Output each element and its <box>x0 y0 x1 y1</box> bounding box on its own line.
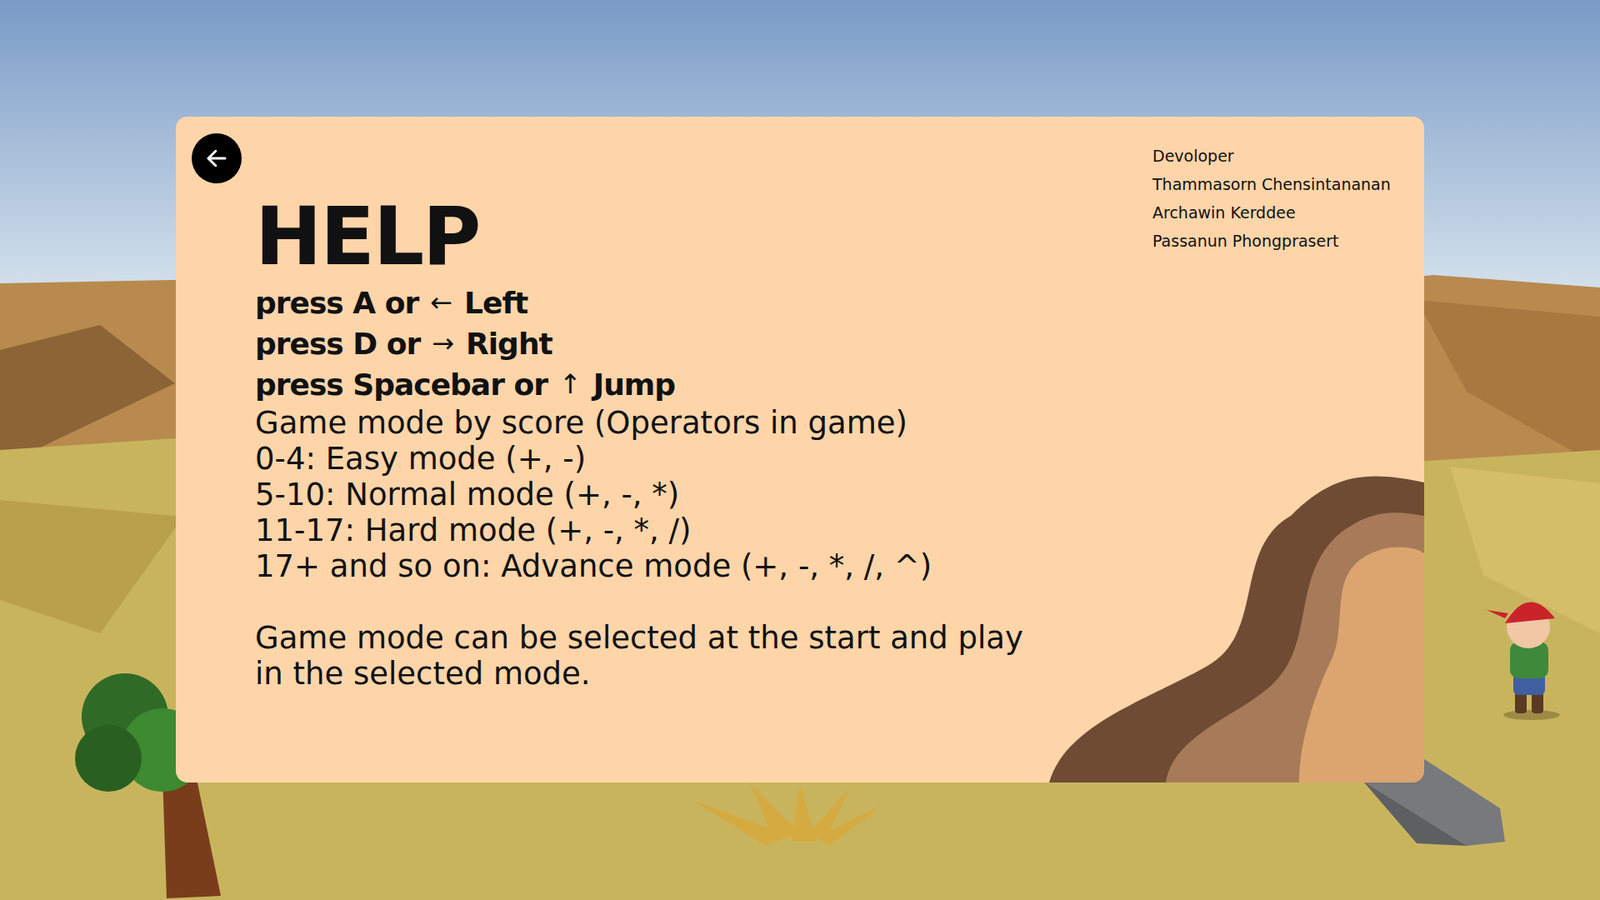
mode-item: 0-4: Easy mode (+, -) <box>255 440 1024 477</box>
mode-item: 11-17: Hard mode (+, -, *, /) <box>255 512 1024 549</box>
arrow-left-icon <box>204 145 230 171</box>
mode-item: 5-10: Normal mode (+, -, *) <box>255 476 1024 513</box>
game-scene: HELPpress A or ← Left press D or →Rightpress… <box>0 0 1600 900</box>
note-line: in the selected mode. <box>255 655 1024 692</box>
control-arrow: ↑ <box>559 364 582 405</box>
control-key: press D or <box>255 323 420 365</box>
mode-note: Game mode can be selected at the start a… <box>255 620 1024 692</box>
modes-list: Game mode by score (Operators in game)0-… <box>255 405 1024 585</box>
control-action: Right <box>465 323 553 365</box>
credit-name: Passanun Phongprasert <box>1152 226 1403 255</box>
ground-rays <box>691 783 884 846</box>
control-arrow: ← <box>430 282 453 324</box>
control-row: press D or →Right <box>255 323 1024 365</box>
controls-list: press A or ← Left press D or →Rightpress Spa… <box>255 282 1024 405</box>
wave-decoration <box>1049 474 1425 783</box>
control-key: press A or <box>255 282 419 324</box>
control-arrow: → <box>431 323 455 365</box>
back-button[interactable] <box>191 133 242 184</box>
mode-item: 17+ and so on: Advance mode (+, -, *, /,… <box>255 548 1024 585</box>
control-action: Left <box>464 282 528 324</box>
control-action: Jump <box>593 364 675 405</box>
control-key: press Spacebar or <box>255 364 548 405</box>
help-title: HELP <box>255 195 1024 280</box>
note-line: Game mode can be selected at the start a… <box>255 620 1024 656</box>
control-row: press Spacebar or ↑ Jump <box>255 364 1024 405</box>
help-panel: HELPpress A or ← Left press D or →Rightpress… <box>175 116 1425 783</box>
credits-heading: Devoloper <box>1152 141 1403 170</box>
control-row: press A or ← Left <box>255 282 1024 324</box>
modes-heading: Game mode by score (Operators in game) <box>255 405 1024 441</box>
credit-name: Archawin Kerddee <box>1152 198 1403 227</box>
credit-name: Thammasorn Chensintananan <box>1152 170 1403 199</box>
credits: DevoloperThammasorn ChensintanananArchaw… <box>1152 116 1425 783</box>
player-character-icon <box>1486 601 1560 720</box>
